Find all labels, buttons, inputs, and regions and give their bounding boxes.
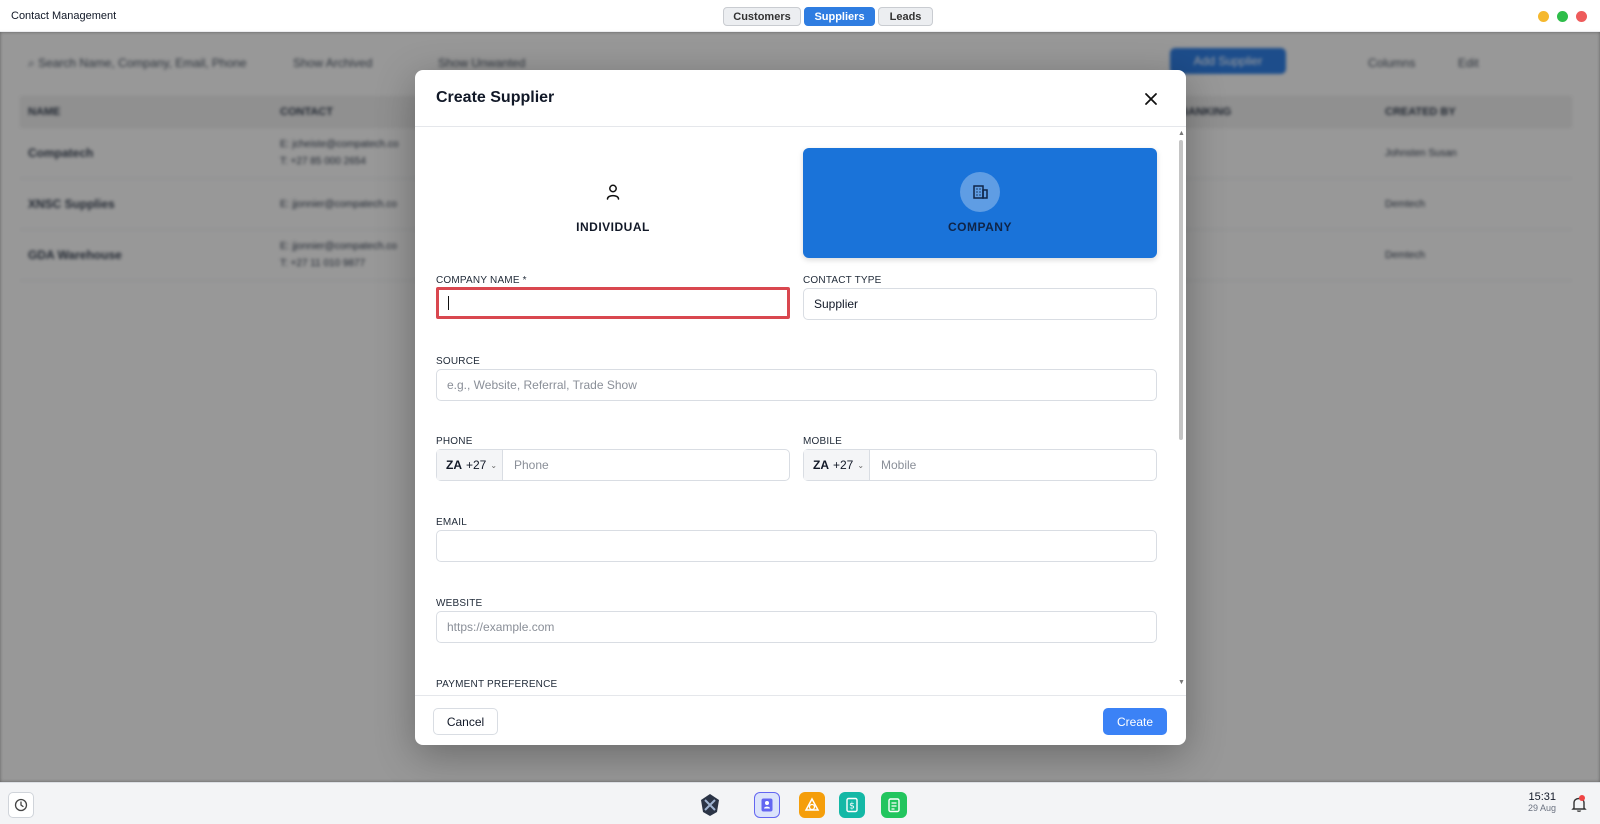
source-input[interactable]: e.g., Website, Referral, Trade Show [436, 369, 1157, 401]
close-window-button[interactable] [1576, 11, 1587, 22]
clock-time: 15:31 [1528, 791, 1556, 803]
history-button[interactable] [8, 792, 34, 818]
title-bar: Contact Management Customers Suppliers L… [0, 0, 1600, 32]
dialog-footer: Cancel Create [415, 695, 1186, 745]
dialog-header: Create Supplier [415, 70, 1186, 127]
company-name-label: COMPANY NAME * [436, 275, 527, 286]
close-icon[interactable] [1143, 91, 1159, 107]
mobile-field: ZA +27 ⌄ Mobile [803, 449, 1157, 481]
mobile-country-code: ZA [813, 458, 829, 472]
website-placeholder: https://example.com [447, 620, 555, 634]
tab-suppliers[interactable]: Suppliers [804, 7, 875, 26]
contact-type-field[interactable]: Supplier [803, 288, 1157, 320]
scroll-up-icon[interactable]: ▲ [1178, 130, 1185, 137]
clock-icon [14, 798, 28, 812]
svg-text:$: $ [849, 802, 855, 812]
window-controls [1538, 11, 1587, 22]
phone-country-code: ZA [446, 458, 462, 472]
website-input[interactable]: https://example.com [436, 611, 1157, 643]
tab-customers[interactable]: Customers [723, 7, 801, 26]
checklist-app-icon[interactable] [881, 792, 907, 818]
maximize-button[interactable] [1557, 11, 1568, 22]
text-caret [448, 296, 449, 310]
contacts-app-icon[interactable] [754, 792, 780, 818]
notifications-button[interactable] [1570, 795, 1588, 813]
phone-input[interactable]: Phone [503, 450, 789, 480]
app-title: Contact Management [11, 10, 117, 22]
individual-label: INDIVIDUAL [576, 220, 650, 234]
cancel-button[interactable]: Cancel [433, 708, 498, 735]
company-name-input[interactable] [436, 287, 790, 319]
module-tabs: Customers Suppliers Leads [723, 7, 933, 26]
dialog-scrollbar[interactable]: ▲ ▼ [1178, 130, 1185, 688]
mobile-label: MOBILE [803, 436, 842, 447]
source-placeholder: e.g., Website, Referral, Trade Show [447, 378, 637, 392]
mobile-input[interactable]: Mobile [870, 450, 1156, 480]
website-label: WEBSITE [436, 598, 483, 609]
taskbar: $ 15:31 29 Aug [0, 782, 1600, 824]
building-icon [960, 172, 1000, 212]
dialog-title: Create Supplier [436, 89, 555, 106]
company-type-option[interactable]: COMPANY [803, 148, 1157, 258]
mobile-country-select[interactable]: ZA +27 ⌄ [804, 450, 870, 480]
person-icon [593, 172, 633, 212]
invoice-app-icon[interactable]: $ [839, 792, 865, 818]
scroll-thumb[interactable] [1179, 140, 1183, 440]
email-label: EMAIL [436, 517, 468, 528]
tab-leads[interactable]: Leads [878, 7, 933, 26]
individual-type-option[interactable]: INDIVIDUAL [436, 148, 790, 258]
launcher-logo-icon[interactable] [697, 792, 723, 818]
clock-date: 29 Aug [1527, 803, 1556, 813]
email-input[interactable] [436, 530, 1157, 562]
notification-badge [1579, 795, 1585, 801]
payment-preference-label: PAYMENT PREFERENCE [436, 679, 558, 690]
source-label: SOURCE [436, 356, 480, 367]
dialog-body: INDIVIDUAL COMPANY COMPANY NAME * CONTAC… [415, 128, 1186, 695]
system-clock: 15:31 29 Aug [1520, 791, 1556, 813]
phone-country-select[interactable]: ZA +27 ⌄ [437, 450, 503, 480]
chevron-down-icon: ⌄ [490, 460, 498, 470]
shapes-app-icon[interactable] [799, 792, 825, 818]
create-button[interactable]: Create [1103, 708, 1167, 735]
phone-field: ZA +27 ⌄ Phone [436, 449, 790, 481]
company-label: COMPANY [948, 220, 1012, 234]
mobile-country-dial: +27 [833, 458, 854, 472]
minimize-button[interactable] [1538, 11, 1549, 22]
create-supplier-dialog: Create Supplier INDIVIDUAL COMPANY COMPA… [415, 70, 1186, 745]
scroll-down-icon[interactable]: ▼ [1178, 679, 1185, 686]
phone-label: PHONE [436, 436, 473, 447]
phone-country-dial: +27 [466, 458, 487, 472]
contact-type-label: CONTACT TYPE [803, 275, 882, 286]
chevron-down-icon: ⌄ [857, 460, 865, 470]
